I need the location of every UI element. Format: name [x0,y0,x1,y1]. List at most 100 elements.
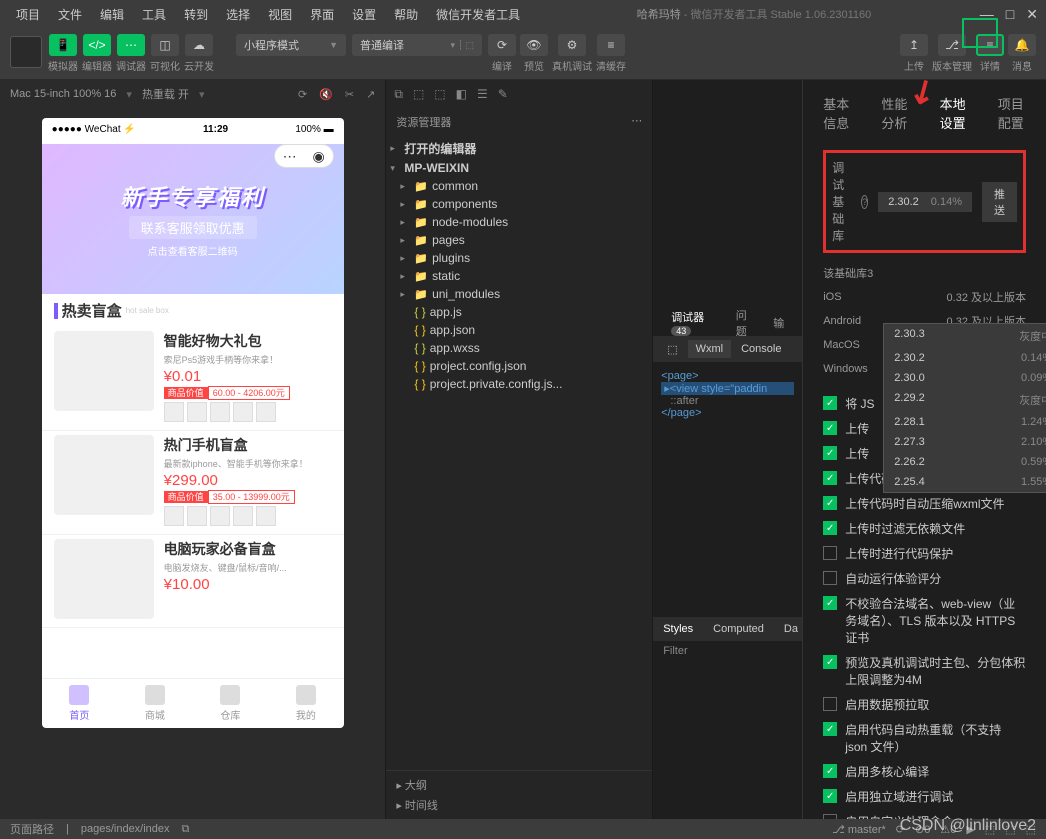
popout-icon[interactable]: ↗ [366,88,375,101]
version-option[interactable]: 2.26.20.59% [884,452,1046,472]
menu-编辑[interactable]: 编辑 [92,2,132,27]
lib-version-select[interactable]: 2.30.20.14% [878,192,972,212]
dsub-Console[interactable]: Console [733,340,789,358]
refresh-icon[interactable]: ⟳ [298,88,307,101]
menu-界面[interactable]: 界面 [302,2,342,27]
tab-首页[interactable]: 首页 [42,679,118,728]
panel-时间线[interactable]: ▸ 时间线 [396,795,642,815]
cut-icon[interactable]: ✂ [345,88,354,101]
help-icon[interactable]: ? [861,195,868,209]
version-option[interactable]: 2.30.20.14% [884,348,1046,368]
tool-模拟器[interactable]: 📱模拟器 [48,34,78,73]
version-dropdown[interactable]: 2.30.3灰度中2.30.20.14%2.30.00.09%2.29.2灰度中… [883,323,1046,493]
checkbox-option[interactable]: 启用自定义处理命令 [823,809,1026,819]
checkbox-option[interactable]: 上传时进行代码保护 [823,541,1026,566]
product-card[interactable]: 智能好物大礼包索尼Ps5游戏手柄等你来拿！¥0.01商品价值60.00 - 42… [42,327,344,431]
tool-消息[interactable]: 🔔消息 [1008,34,1036,73]
menu-帮助[interactable]: 帮助 [386,2,426,27]
copy-icon[interactable]: ⧉ [182,823,190,836]
checkbox-option[interactable]: ✓启用多核心编译 [823,759,1026,784]
dsub-⬚[interactable]: ⬚ [659,340,685,359]
stab-性能分析[interactable]: 性能分析 [881,94,909,132]
hot-reload[interactable]: 热重载 开 [142,86,189,102]
version-option[interactable]: 2.27.32.10% [884,432,1046,452]
dtab-输[interactable]: 输 [765,312,792,334]
checkbox-option[interactable]: ✓上传代码时自动压缩wxml文件 [823,491,1026,516]
push-button[interactable]: 推送 [982,182,1017,222]
product-card[interactable]: 热门手机盲盒最新款iphone、智能手机等你来拿！¥299.00商品价值35.0… [42,431,344,535]
stab-本地设置[interactable]: 本地设置 [940,94,968,132]
menu-转到[interactable]: 转到 [176,2,216,27]
checkbox-option[interactable]: ✓不校验合法域名、web-view（业务域名）、TLS 版本以及 HTTPS 证… [823,591,1026,650]
version-option[interactable]: 2.30.00.09% [884,368,1046,388]
checkbox-option[interactable]: 启用数据预拉取 [823,692,1026,717]
version-option[interactable]: 2.30.3灰度中 [884,324,1046,348]
close-button[interactable]: ✕ [1026,6,1038,23]
avatar[interactable] [10,36,42,68]
explorer-tab-icon[interactable]: ⧉ [394,87,403,102]
minimize-button[interactable]: — [980,6,994,23]
maximize-button[interactable]: □ [1006,6,1014,23]
checkbox-option[interactable]: ✓上传时过滤无依赖文件 [823,516,1026,541]
tool-上传[interactable]: ↥上传 [900,34,928,73]
status-time: 11:29 [136,124,295,135]
version-option[interactable]: 2.29.2灰度中 [884,388,1046,412]
file-app.json[interactable]: { } app.json [386,321,652,339]
tree-root[interactable]: ▾MP-WEIXIN [386,159,652,177]
menu-视图[interactable]: 视图 [260,2,300,27]
tool-可视化[interactable]: ◫可视化 [150,34,180,73]
tree-open-editors[interactable]: ▸打开的编辑器 [386,138,652,159]
file-project.config.json[interactable]: { } project.config.json [386,357,652,375]
compile-select[interactable]: 普通编译▾ ┊ ⬚ [352,34,482,56]
file-app.js[interactable]: { } app.js [386,303,652,321]
mute-icon[interactable]: 🔇 [319,88,333,101]
stab-基本信息[interactable]: 基本信息 [823,94,851,132]
capsule-button[interactable]: ⋯◉ [274,144,334,168]
menu-项目[interactable]: 项目 [8,2,48,27]
checkbox-option[interactable]: ✓启用独立域进行调试 [823,784,1026,809]
status-battery: 100% ▬ [295,124,333,135]
dsub-Wxml[interactable]: Wxml [688,340,732,358]
mode-select[interactable]: 小程序模式▼ [236,34,346,56]
menu-选择[interactable]: 选择 [218,2,258,27]
tool-编译[interactable]: ⟳编译 [488,34,516,73]
menu-微信开发者工具[interactable]: 微信开发者工具 [428,2,528,27]
folder-node-modules[interactable]: ▸📁 node-modules [386,213,652,231]
stab-项目配置[interactable]: 项目配置 [998,94,1026,132]
folder-common[interactable]: ▸📁 common [386,177,652,195]
tool-清缓存[interactable]: ≡清缓存 [596,34,626,73]
tool-版本管理[interactable]: ⎇版本管理 [932,34,972,73]
checkbox-option[interactable]: 自动运行体验评分 [823,566,1026,591]
checkbox-option[interactable]: ✓预览及真机调试时主包、分包体积上限调整为4M [823,650,1026,692]
tool-调试器[interactable]: ⋯调试器 [116,34,146,73]
menu-工具[interactable]: 工具 [134,2,174,27]
folder-components[interactable]: ▸📁 components [386,195,652,213]
version-option[interactable]: 2.28.11.24% [884,412,1046,432]
compat-row: iOS0.32 及以上版本 [823,285,1026,309]
page-path[interactable]: pages/index/index [81,823,170,835]
product-card[interactable]: 电脑玩家必备盲盒电脑发烧友、键盘/鼠标/音响/...¥10.00 [42,535,344,628]
folder-pages[interactable]: ▸📁 pages [386,231,652,249]
folder-static[interactable]: ▸📁 static [386,267,652,285]
git-branch[interactable]: ⎇ master* [832,823,886,836]
tool-云开发[interactable]: ☁云开发 [184,34,214,73]
folder-uni_modules[interactable]: ▸📁 uni_modules [386,285,652,303]
file-project.private.config.js...[interactable]: { } project.private.config.js... [386,375,652,393]
folder-plugins[interactable]: ▸📁 plugins [386,249,652,267]
tab-仓库[interactable]: 仓库 [193,679,269,728]
tab-我的[interactable]: 我的 [268,679,344,728]
menu-设置[interactable]: 设置 [344,2,384,27]
panel-大纲[interactable]: ▸ 大纲 [396,775,642,795]
checkbox-option[interactable]: ✓启用代码自动热重载（不支持 json 文件） [823,717,1026,759]
tool-详情[interactable]: ≡详情 [976,34,1004,73]
file-app.wxss[interactable]: { } app.wxss [386,339,652,357]
filter-input[interactable]: Filter [653,641,802,665]
version-option[interactable]: 2.25.41.55% [884,472,1046,492]
device-selector[interactable]: Mac 15-inch 100% 16 [10,88,116,100]
menu-文件[interactable]: 文件 [50,2,90,27]
tool-预览[interactable]: 👁预览 [520,34,548,73]
tool-真机调试[interactable]: ⚙真机调试 [552,34,592,73]
dtab-调试器[interactable]: 调试器 43 [663,306,724,340]
tool-编辑器[interactable]: </>编辑器 [82,34,112,73]
tab-商城[interactable]: 商城 [117,679,193,728]
